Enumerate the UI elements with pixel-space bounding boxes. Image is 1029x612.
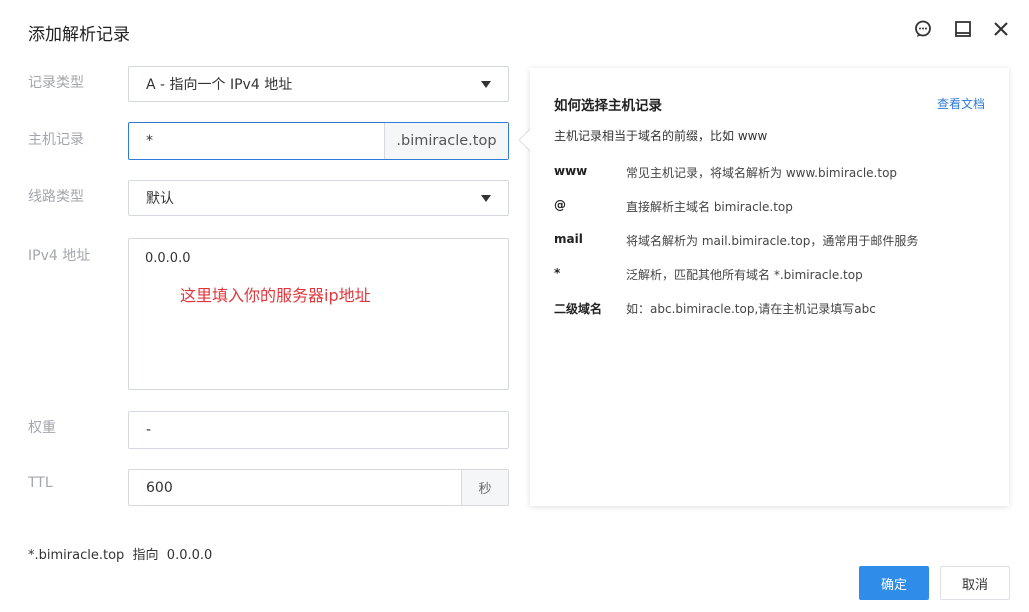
close-icon[interactable] xyxy=(990,18,1012,40)
line-type-select[interactable]: 默认 xyxy=(128,180,509,216)
help-title: 如何选择主机记录 xyxy=(554,98,662,114)
help-row-value: 将域名解析为 mail.bimiracle.top，通常用于邮件服务 xyxy=(626,234,919,248)
cancel-button[interactable]: 取消 xyxy=(940,566,1010,600)
host-suffix: .bimiracle.top xyxy=(384,123,508,159)
dialog-title: 添加解析记录 xyxy=(28,25,130,45)
record-type-select[interactable]: A - 指向一个 IPv4 地址 xyxy=(128,66,509,102)
help-row: @ 直接解析主域名 bimiracle.top xyxy=(554,198,793,215)
help-row: www 常见主机记录，将域名解析为 www.bimiracle.top xyxy=(554,164,897,181)
help-row-key: mail xyxy=(554,232,583,246)
weight-input[interactable]: - xyxy=(128,411,509,449)
ttl-input[interactable]: 600 xyxy=(129,470,461,505)
caret-down-icon xyxy=(481,195,491,202)
line-type-value: 默认 xyxy=(146,191,174,207)
ttl-input-group: 600 秒 xyxy=(128,469,509,506)
ipv4-annotation: 这里填入你的服务器ip地址 xyxy=(180,286,371,305)
help-row: * 泛解析，匹配其他所有域名 *.bimiracle.top xyxy=(554,266,863,283)
help-row-key: * xyxy=(554,266,561,280)
help-row-key: @ xyxy=(554,198,566,212)
host-input-group: * .bimiracle.top xyxy=(128,122,509,160)
help-panel: 如何选择主机记录 查看文档 主机记录相当于域名的前缀，比如 www www 常见… xyxy=(530,68,1009,506)
ttl-unit: 秒 xyxy=(461,470,508,505)
weight-label: 权重 xyxy=(28,420,56,436)
ipv4-label: IPv4 地址 xyxy=(28,248,91,264)
host-input[interactable]: * xyxy=(129,123,384,159)
help-row-value: 如：abc.bimiracle.top,请在主机记录填写abc xyxy=(626,302,876,316)
help-description: 主机记录相当于域名的前缀，比如 www xyxy=(554,129,768,143)
help-row-value: 直接解析主域名 bimiracle.top xyxy=(626,200,793,214)
record-summary: *.bimiracle.top 指向 0.0.0.0 xyxy=(28,548,213,563)
weight-value: - xyxy=(146,422,152,438)
feedback-icon[interactable] xyxy=(912,18,934,40)
line-type-label: 线路类型 xyxy=(28,189,84,205)
confirm-button[interactable]: 确定 xyxy=(859,566,929,600)
help-row-value: 常见主机记录，将域名解析为 www.bimiracle.top xyxy=(626,166,898,180)
view-docs-link[interactable]: 查看文档 xyxy=(937,95,985,112)
help-row-key: 二级域名 xyxy=(554,302,603,316)
host-label: 主机记录 xyxy=(28,132,84,148)
help-row-key: www xyxy=(554,164,588,178)
ttl-label: TTL xyxy=(28,475,53,491)
record-type-label: 记录类型 xyxy=(28,75,84,91)
panel-pointer-fill xyxy=(520,128,532,152)
ipv4-value: 0.0.0.0 xyxy=(145,251,191,266)
help-row-value: 泛解析，匹配其他所有域名 *.bimiracle.top xyxy=(626,268,863,282)
help-row: mail 将域名解析为 mail.bimiracle.top，通常用于邮件服务 xyxy=(554,232,918,249)
record-type-value: A - 指向一个 IPv4 地址 xyxy=(146,77,293,93)
ipv4-textarea[interactable]: 0.0.0.0 xyxy=(128,238,509,390)
help-row: 二级域名 如：abc.bimiracle.top,请在主机记录填写abc xyxy=(554,300,876,317)
maximize-icon[interactable] xyxy=(952,18,974,40)
caret-down-icon xyxy=(481,81,491,88)
